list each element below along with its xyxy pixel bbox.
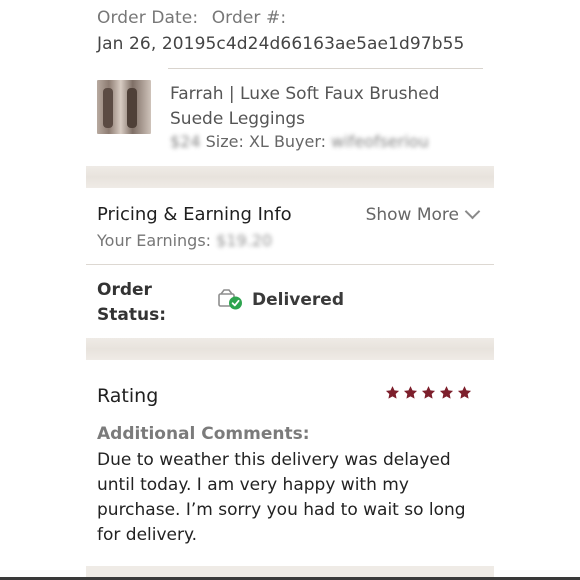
order-values: Jan 26, 20195c4d24d66163ae5ae1d97b55 [97,34,464,54]
comments-label: Additional Comments: [97,424,310,444]
buyer-label: Buyer: [273,132,327,151]
earnings-label: Your Earnings: [97,231,212,250]
earnings-value: $19.20 [216,231,273,250]
comments-text: Due to weather this delivery was delayed… [97,450,466,545]
star-rating [385,385,472,400]
order-number-value: 5c4d24d66163ae5ae1d97b55 [205,34,465,54]
divider [168,68,483,69]
rating-section: Rating Additional Comments: Due to weath… [86,360,494,570]
star-icon [421,386,436,399]
earnings-row: Your Earnings: $19.20 [97,231,272,250]
star-icon [457,386,472,399]
order-labels: Order Date: Order #: [97,8,294,28]
product-price: $24 [170,132,201,151]
buyer-name[interactable]: wifeofseriou [331,132,429,151]
package-delivered-icon [218,289,242,310]
show-more-label: Show More [365,205,459,225]
rating-title: Rating [97,385,159,407]
star-icon [403,386,418,399]
order-date-label: Order Date: [97,8,199,28]
product-title[interactable]: Farrah | Luxe Soft Faux Brushed Suede Le… [170,82,470,132]
star-icon [439,386,454,399]
order-status-label: Order Status: [97,280,166,325]
delivered-text: Delivered [252,290,344,310]
section-separator [86,338,494,360]
product-thumbnail[interactable] [97,80,151,134]
order-summary: Order Date: Order #: Jan 26, 20195c4d24d… [86,0,494,166]
pricing-title: Pricing & Earning Info [97,204,292,225]
star-icon [385,386,400,399]
order-number-label: Order #: [211,8,287,28]
order-status-value: Delivered [218,289,344,311]
chevron-down-icon [464,203,481,220]
product-size: Size: XL [205,132,269,151]
show-more-button[interactable]: Show More [365,203,481,225]
section-separator [86,166,494,188]
order-status-section: Order Status: Delivered [86,265,494,335]
pricing-section: Pricing & Earning Info Show More Your Ea… [86,188,494,264]
left-margin [0,0,86,580]
right-margin [494,0,580,580]
product-meta: $24 Size: XL Buyer: wifeofseriou [170,132,429,151]
order-date-value: Jan 26, 2019 [97,34,206,54]
order-details-card: Order Date: Order #: Jan 26, 20195c4d24d… [86,0,494,580]
